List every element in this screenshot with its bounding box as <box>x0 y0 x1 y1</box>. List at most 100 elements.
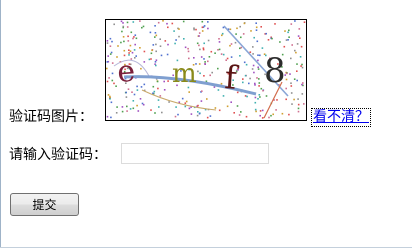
captcha-noise-dot <box>295 51 297 54</box>
captcha-noise-dot <box>182 20 185 23</box>
captcha-noise-dot <box>133 36 135 38</box>
captcha-noise-dot <box>126 105 128 108</box>
captcha-input[interactable] <box>121 143 269 164</box>
captcha-noise-dot <box>285 72 288 75</box>
captcha-noise-dot <box>245 115 248 118</box>
captcha-noise-dot <box>258 82 261 84</box>
captcha-noise-dot <box>129 44 132 47</box>
captcha-noise-dot <box>193 28 195 31</box>
captcha-noise-dot <box>259 110 262 112</box>
captcha-noise-dot <box>157 21 160 24</box>
captcha-noise-dot <box>229 44 231 47</box>
captcha-noise-dot <box>126 21 129 24</box>
captcha-noise-dot <box>242 78 244 80</box>
captcha-noise-dot <box>235 33 237 35</box>
captcha-noise-dot <box>150 52 153 55</box>
captcha-noise-dot <box>233 112 235 114</box>
captcha-noise-dot <box>203 75 205 77</box>
captcha-noise-dot <box>294 49 296 52</box>
captcha-noise-dot <box>198 44 200 47</box>
captcha-noise-dot <box>254 82 256 85</box>
captcha-noise-dot <box>157 99 160 101</box>
captcha-noise-dot <box>201 90 203 92</box>
captcha-noise-dot <box>239 55 241 57</box>
captcha-noise-dot <box>181 97 184 100</box>
captcha-noise-dot <box>167 80 169 82</box>
captcha-noise-dot <box>300 45 303 48</box>
captcha-noise-dot <box>143 83 146 86</box>
captcha-noise-dot <box>281 112 284 115</box>
captcha-noise-dot <box>164 40 167 42</box>
captcha-noise-dot <box>243 22 246 25</box>
captcha-noise-dot <box>137 110 140 112</box>
captcha-noise-dot <box>303 21 306 23</box>
captcha-noise-dot <box>120 20 123 23</box>
captcha-noise-dot <box>187 47 189 50</box>
captcha-noise-dot <box>129 50 132 52</box>
captcha-noise-dot <box>255 22 257 24</box>
captcha-noise-dot <box>255 26 258 29</box>
captcha-noise-dot <box>288 29 290 32</box>
captcha-noise-dot <box>175 39 177 41</box>
captcha-noise-dot <box>127 40 130 42</box>
captcha-noise-dot <box>260 26 262 28</box>
captcha-noise-dot <box>236 27 238 30</box>
captcha-noise-dot <box>126 110 128 112</box>
captcha-noise-dot <box>174 115 177 118</box>
captcha-noise-dot <box>149 31 152 34</box>
captcha-noise-dot <box>139 20 141 22</box>
captcha-page: 验证码图片： emf8 看不清？ 请输入验证码： 提交 <box>0 0 412 248</box>
captcha-noise-dot <box>197 111 199 113</box>
captcha-noise-dot <box>207 27 209 30</box>
captcha-noise-dot <box>123 49 126 52</box>
refresh-captcha-link[interactable]: 看不清？ <box>311 108 371 127</box>
captcha-noise-dot <box>229 28 232 31</box>
captcha-noise-dot <box>274 23 276 25</box>
captcha-noise-dot <box>213 86 216 88</box>
captcha-noise-dot <box>253 36 255 39</box>
captcha-noise-dot <box>299 37 301 39</box>
captcha-noise-dot <box>214 107 217 109</box>
captcha-character: m <box>172 59 197 89</box>
captcha-noise-dot <box>279 41 281 43</box>
captcha-noise-dot <box>155 64 157 67</box>
captcha-noise-dot <box>199 72 201 75</box>
captcha-noise-dot <box>155 50 157 53</box>
captcha-noise-dot <box>139 47 141 49</box>
captcha-noise-dot <box>168 101 170 103</box>
captcha-noise-dot <box>253 71 255 74</box>
captcha-noise-dot <box>252 46 254 48</box>
captcha-noise-dot <box>270 114 272 117</box>
captcha-noise-dot <box>154 112 156 114</box>
captcha-noise-dot <box>238 114 241 116</box>
captcha-noise-dot <box>218 109 221 112</box>
captcha-noise-dot <box>265 32 267 35</box>
captcha-noise-dot <box>107 55 109 57</box>
captcha-noise-dot <box>121 110 124 113</box>
captcha-noise-dot <box>257 59 259 62</box>
captcha-noise-dot <box>106 115 109 118</box>
captcha-noise-dot <box>126 26 129 28</box>
captcha-noise-dot <box>163 89 166 91</box>
captcha-noise-dot <box>260 87 263 90</box>
captcha-noise-dot <box>198 35 200 37</box>
captcha-noise-dot <box>290 82 292 84</box>
captcha-noise-dot <box>298 28 301 30</box>
captcha-noise-dot <box>271 37 273 40</box>
captcha-noise-dot <box>242 33 245 35</box>
captcha-noise-dot <box>130 31 133 34</box>
captcha-noise-dot <box>155 59 158 61</box>
captcha-noise-dot <box>150 58 152 60</box>
submit-button[interactable]: 提交 <box>10 193 79 216</box>
captcha-noise-dot <box>156 80 159 83</box>
captcha-noise-dot <box>178 28 180 30</box>
captcha-noise-dot <box>198 32 201 34</box>
captcha-noise-dot <box>152 44 155 46</box>
captcha-noise-dot <box>290 57 292 60</box>
captcha-noise-dot <box>201 30 204 32</box>
captcha-noise-dot <box>259 54 261 57</box>
captcha-noise-dot <box>115 85 117 87</box>
captcha-noise-dot <box>166 53 169 56</box>
captcha-noise-dot <box>244 95 247 97</box>
captcha-noise-dot <box>122 36 125 38</box>
